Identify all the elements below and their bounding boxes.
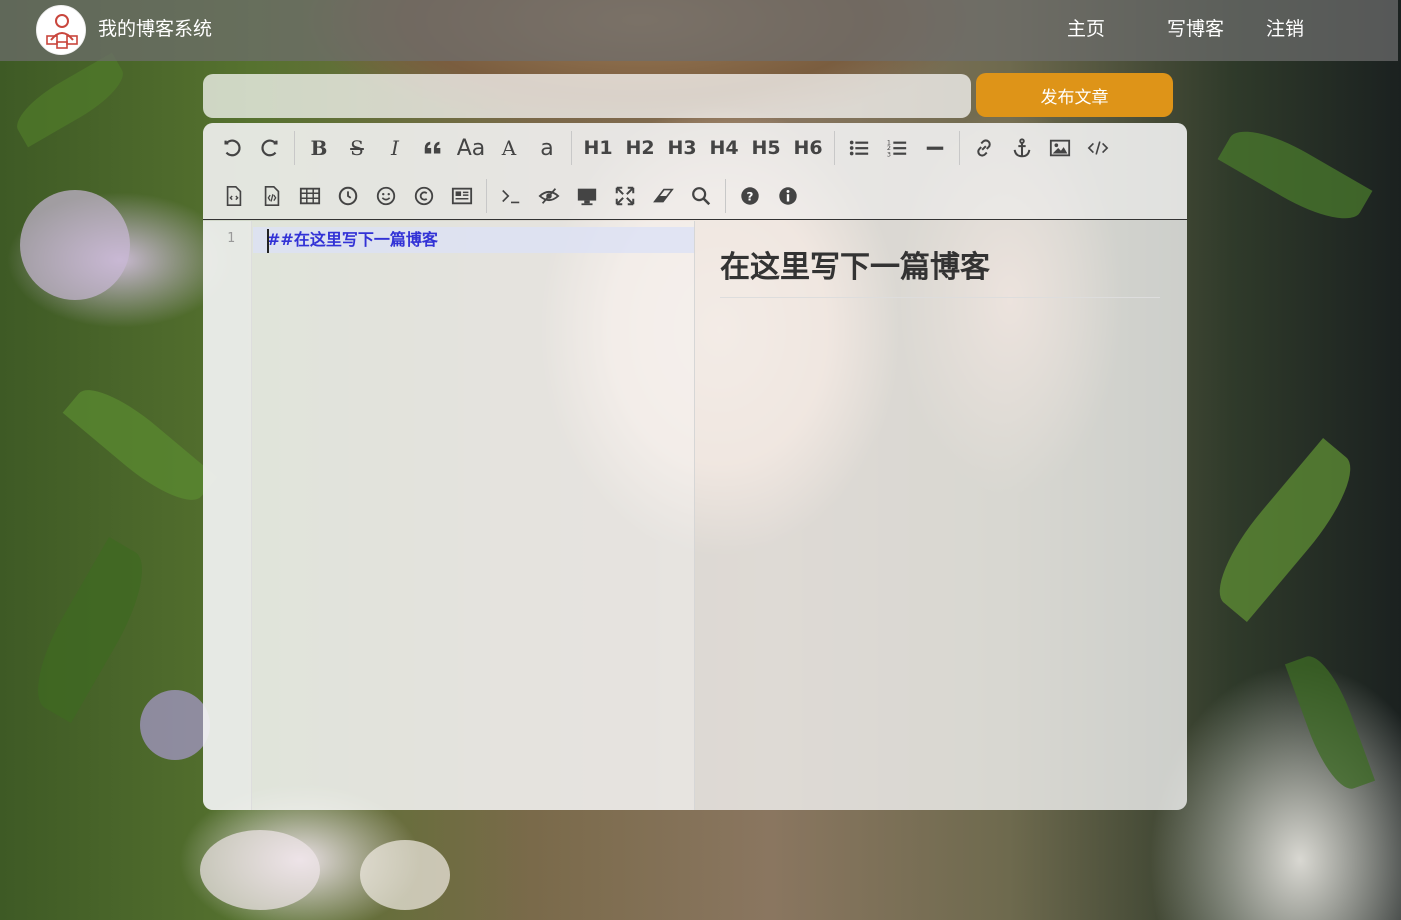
svg-text:?: ? [747, 190, 754, 204]
undo-icon[interactable] [213, 131, 251, 165]
h4-button[interactable]: H4 [703, 131, 745, 165]
code-block-icon[interactable] [215, 179, 253, 213]
quote-icon[interactable] [414, 131, 452, 165]
text-cursor [267, 229, 269, 253]
nav-link-home[interactable]: 主页 [1067, 17, 1105, 41]
toolbar-divider [294, 131, 295, 165]
publish-button[interactable]: 发布文章 [976, 73, 1173, 117]
italic-icon[interactable]: I [376, 131, 414, 165]
article-title-input[interactable] [203, 74, 971, 118]
toolbar-divider [486, 179, 487, 213]
h2-button[interactable]: H2 [619, 131, 661, 165]
preformatted-icon[interactable] [253, 179, 291, 213]
image-icon[interactable] [1041, 131, 1079, 165]
h6-button[interactable]: H6 [787, 131, 829, 165]
nav-link-logout[interactable]: 注销 [1266, 17, 1304, 41]
uppercase-icon[interactable]: A [490, 131, 528, 165]
search-icon[interactable] [682, 179, 720, 213]
toolbar-divider [571, 131, 572, 165]
link-icon[interactable] [965, 131, 1003, 165]
toolbar-divider [834, 131, 835, 165]
code-line-text[interactable]: ##在这里写下一篇博客 [267, 229, 438, 251]
markdown-source-pane[interactable]: 1 ##在这里写下一篇博客 [203, 221, 695, 810]
pagebreak-icon[interactable] [443, 179, 481, 213]
uppercase-first-icon[interactable]: Aa [452, 131, 490, 165]
redo-icon[interactable] [251, 131, 289, 165]
h3-button[interactable]: H3 [661, 131, 703, 165]
anchor-icon[interactable] [1003, 131, 1041, 165]
strikethrough-icon[interactable]: S [338, 131, 376, 165]
clear-icon[interactable] [644, 179, 682, 213]
html-entities-icon[interactable] [405, 179, 443, 213]
markdown-preview-pane: 在这里写下一篇博客 [696, 221, 1187, 810]
toolbar-divider [959, 131, 960, 165]
brand-title: 我的博客系统 [98, 18, 213, 40]
horizontal-rule-icon[interactable] [916, 131, 954, 165]
bold-icon[interactable]: B [300, 131, 338, 165]
datetime-icon[interactable] [329, 179, 367, 213]
h5-button[interactable]: H5 [745, 131, 787, 165]
table-icon[interactable] [291, 179, 329, 213]
code-icon[interactable] [1079, 131, 1117, 165]
goto-line-icon[interactable] [492, 179, 530, 213]
svg-text:3: 3 [887, 150, 891, 158]
fullscreen-icon[interactable] [606, 179, 644, 213]
line-number-gutter: 1 [203, 221, 252, 810]
toolbar-divider [725, 179, 726, 213]
unordered-list-icon[interactable] [840, 131, 878, 165]
help-icon[interactable]: ? [731, 179, 769, 213]
preview-icon[interactable] [568, 179, 606, 213]
preview-heading: 在这里写下一篇博客 [720, 247, 1160, 298]
info-icon[interactable] [769, 179, 807, 213]
ordered-list-icon[interactable]: 123 [878, 131, 916, 165]
watch-toggle-icon[interactable] [530, 179, 568, 213]
emoji-icon[interactable] [367, 179, 405, 213]
h1-button[interactable]: H1 [577, 131, 619, 165]
top-navbar: 我的博客系统 主页 写博客 注销 [0, 0, 1398, 61]
lowercase-icon[interactable]: a [528, 131, 566, 165]
logo-avatar [36, 5, 86, 55]
editor-toolbar: B S I Aa A a H1 H2 H3 H4 H5 H6 123 ? [203, 123, 1187, 220]
markdown-editor: B S I Aa A a H1 H2 H3 H4 H5 H6 123 ? 1 #… [203, 123, 1187, 810]
nav-link-write[interactable]: 写博客 [1167, 17, 1224, 41]
line-number: 1 [227, 231, 235, 246]
